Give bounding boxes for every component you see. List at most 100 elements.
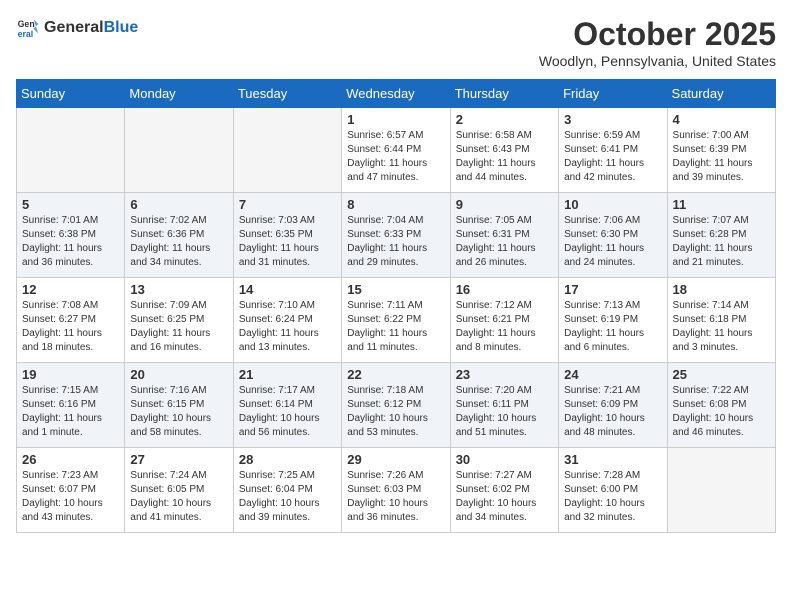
- cell-content: Sunrise: 7:13 AM Sunset: 6:19 PM Dayligh…: [564, 299, 661, 355]
- calendar-cell: 16 Sunrise: 7:12 AM Sunset: 6:21 PM Dayli…: [450, 278, 558, 363]
- calendar-week-row: 12 Sunrise: 7:08 AM Sunset: 6:27 PM Dayli…: [17, 278, 776, 363]
- day-number: 19: [22, 367, 119, 382]
- weekday-header: Tuesday: [233, 80, 341, 108]
- calendar-cell: 18Sunrise: 7:14 AM Sunset: 6:18 PM Dayli…: [667, 278, 775, 363]
- cell-content: Sunrise: 7:11 AM Sunset: 6:22 PM Dayligh…: [347, 299, 444, 355]
- month-title: October 2025: [539, 16, 776, 53]
- calendar-cell: 26Sunrise: 7:23 AM Sunset: 6:07 PM Dayli…: [17, 448, 125, 533]
- calendar-cell: 24 Sunrise: 7:21 AM Sunset: 6:09 PM Dayli…: [559, 363, 667, 448]
- day-number: 2: [456, 112, 553, 127]
- day-number: 17: [564, 282, 661, 297]
- weekday-header: Saturday: [667, 80, 775, 108]
- day-number: 23: [456, 367, 553, 382]
- day-number: 29: [347, 452, 444, 467]
- cell-content: Sunrise: 7:07 AM Sunset: 6:28 PM Dayligh…: [673, 214, 770, 270]
- day-number: 27: [130, 452, 227, 467]
- calendar-cell-empty: [17, 108, 125, 193]
- calendar-cell: 6 Sunrise: 7:02 AM Sunset: 6:36 PM Daylig…: [125, 193, 233, 278]
- calendar-cell: 14 Sunrise: 7:10 AM Sunset: 6:24 PM Dayli…: [233, 278, 341, 363]
- calendar-cell: 7 Sunrise: 7:03 AM Sunset: 6:35 PM Daylig…: [233, 193, 341, 278]
- cell-content: Sunrise: 7:03 AM Sunset: 6:35 PM Dayligh…: [239, 214, 336, 270]
- cell-content: Sunrise: 7:00 AM Sunset: 6:39 PM Dayligh…: [673, 129, 770, 185]
- calendar-cell: 5Sunrise: 7:01 AM Sunset: 6:38 PM Daylig…: [17, 193, 125, 278]
- day-number: 24: [564, 367, 661, 382]
- calendar-cell-empty: [125, 108, 233, 193]
- calendar-cell: 9 Sunrise: 7:05 AM Sunset: 6:31 PM Daylig…: [450, 193, 558, 278]
- cell-content: Sunrise: 7:06 AM Sunset: 6:30 PM Dayligh…: [564, 214, 661, 270]
- calendar-week-row: 5Sunrise: 7:01 AM Sunset: 6:38 PM Daylig…: [17, 193, 776, 278]
- calendar-cell: 22 Sunrise: 7:18 AM Sunset: 6:12 PM Dayli…: [342, 363, 450, 448]
- day-number: 8: [347, 197, 444, 212]
- weekday-header: Wednesday: [342, 80, 450, 108]
- calendar-cell: 1Sunrise: 6:57 AM Sunset: 6:44 PM Daylig…: [342, 108, 450, 193]
- day-number: 10: [564, 197, 661, 212]
- cell-content: Sunrise: 7:15 AM Sunset: 6:16 PM Dayligh…: [22, 384, 119, 440]
- calendar-cell: 23 Sunrise: 7:20 AM Sunset: 6:11 PM Dayli…: [450, 363, 558, 448]
- calendar-cell: 4 Sunrise: 7:00 AM Sunset: 6:39 PM Daylig…: [667, 108, 775, 193]
- cell-content: Sunrise: 7:16 AM Sunset: 6:15 PM Dayligh…: [130, 384, 227, 440]
- calendar-table: SundayMondayTuesdayWednesdayThursdayFrid…: [16, 79, 776, 533]
- calendar-cell: 15 Sunrise: 7:11 AM Sunset: 6:22 PM Dayli…: [342, 278, 450, 363]
- calendar-cell: 12 Sunrise: 7:08 AM Sunset: 6:27 PM Dayli…: [17, 278, 125, 363]
- day-number: 14: [239, 282, 336, 297]
- calendar-cell: 2Sunrise: 6:58 AM Sunset: 6:43 PM Daylig…: [450, 108, 558, 193]
- day-number: 3: [564, 112, 661, 127]
- cell-content: Sunrise: 7:12 AM Sunset: 6:21 PM Dayligh…: [456, 299, 553, 355]
- logo-blue: Blue: [104, 19, 139, 36]
- svg-text:eral: eral: [18, 29, 34, 39]
- cell-content: Sunrise: 7:28 AM Sunset: 6:00 PM Dayligh…: [564, 469, 661, 525]
- day-number: 30: [456, 452, 553, 467]
- day-number: 21: [239, 367, 336, 382]
- day-number: 7: [239, 197, 336, 212]
- calendar-cell: 29Sunrise: 7:26 AM Sunset: 6:03 PM Dayli…: [342, 448, 450, 533]
- cell-content: Sunrise: 6:59 AM Sunset: 6:41 PM Dayligh…: [564, 129, 661, 185]
- day-number: 6: [130, 197, 227, 212]
- day-number: 4: [673, 112, 770, 127]
- calendar-cell: 31 Sunrise: 7:28 AM Sunset: 6:00 PM Dayli…: [559, 448, 667, 533]
- calendar-cell: 19 Sunrise: 7:15 AM Sunset: 6:16 PM Dayli…: [17, 363, 125, 448]
- day-number: 20: [130, 367, 227, 382]
- day-number: 12: [22, 282, 119, 297]
- cell-content: Sunrise: 7:08 AM Sunset: 6:27 PM Dayligh…: [22, 299, 119, 355]
- day-number: 18: [673, 282, 770, 297]
- day-number: 31: [564, 452, 661, 467]
- weekday-header: Friday: [559, 80, 667, 108]
- calendar-week-row: 19 Sunrise: 7:15 AM Sunset: 6:16 PM Dayli…: [17, 363, 776, 448]
- calendar-header-row: SundayMondayTuesdayWednesdayThursdayFrid…: [17, 80, 776, 108]
- calendar-cell: 25Sunrise: 7:22 AM Sunset: 6:08 PM Dayli…: [667, 363, 775, 448]
- day-number: 26: [22, 452, 119, 467]
- logo-icon: Gen eral: [16, 16, 40, 40]
- day-number: 22: [347, 367, 444, 382]
- logo: Gen eral General Blue: [16, 16, 138, 40]
- calendar-cell: 28Sunrise: 7:25 AM Sunset: 6:04 PM Dayli…: [233, 448, 341, 533]
- day-number: 13: [130, 282, 227, 297]
- cell-content: Sunrise: 7:02 AM Sunset: 6:36 PM Dayligh…: [130, 214, 227, 270]
- calendar-cell-empty: [667, 448, 775, 533]
- title-area: October 2025 Woodlyn, Pennsylvania, Unit…: [539, 16, 776, 69]
- cell-content: Sunrise: 7:21 AM Sunset: 6:09 PM Dayligh…: [564, 384, 661, 440]
- calendar-cell: 13 Sunrise: 7:09 AM Sunset: 6:25 PM Dayli…: [125, 278, 233, 363]
- cell-content: Sunrise: 7:09 AM Sunset: 6:25 PM Dayligh…: [130, 299, 227, 355]
- weekday-header: Monday: [125, 80, 233, 108]
- weekday-header: Thursday: [450, 80, 558, 108]
- calendar-week-row: 1Sunrise: 6:57 AM Sunset: 6:44 PM Daylig…: [17, 108, 776, 193]
- calendar-cell: 27 Sunrise: 7:24 AM Sunset: 6:05 PM Dayli…: [125, 448, 233, 533]
- calendar-cell: 8Sunrise: 7:04 AM Sunset: 6:33 PM Daylig…: [342, 193, 450, 278]
- calendar-cell: 11Sunrise: 7:07 AM Sunset: 6:28 PM Dayli…: [667, 193, 775, 278]
- svg-text:Gen: Gen: [18, 19, 35, 29]
- cell-content: Sunrise: 7:05 AM Sunset: 6:31 PM Dayligh…: [456, 214, 553, 270]
- weekday-header: Sunday: [17, 80, 125, 108]
- day-number: 16: [456, 282, 553, 297]
- cell-content: Sunrise: 7:27 AM Sunset: 6:02 PM Dayligh…: [456, 469, 553, 525]
- cell-content: Sunrise: 7:18 AM Sunset: 6:12 PM Dayligh…: [347, 384, 444, 440]
- cell-content: Sunrise: 7:20 AM Sunset: 6:11 PM Dayligh…: [456, 384, 553, 440]
- cell-content: Sunrise: 7:10 AM Sunset: 6:24 PM Dayligh…: [239, 299, 336, 355]
- calendar-cell: 20 Sunrise: 7:16 AM Sunset: 6:15 PM Dayli…: [125, 363, 233, 448]
- cell-content: Sunrise: 7:24 AM Sunset: 6:05 PM Dayligh…: [130, 469, 227, 525]
- day-number: 9: [456, 197, 553, 212]
- day-number: 25: [673, 367, 770, 382]
- calendar-week-row: 26Sunrise: 7:23 AM Sunset: 6:07 PM Dayli…: [17, 448, 776, 533]
- day-number: 15: [347, 282, 444, 297]
- calendar-cell: 30 Sunrise: 7:27 AM Sunset: 6:02 PM Dayli…: [450, 448, 558, 533]
- location: Woodlyn, Pennsylvania, United States: [539, 53, 776, 69]
